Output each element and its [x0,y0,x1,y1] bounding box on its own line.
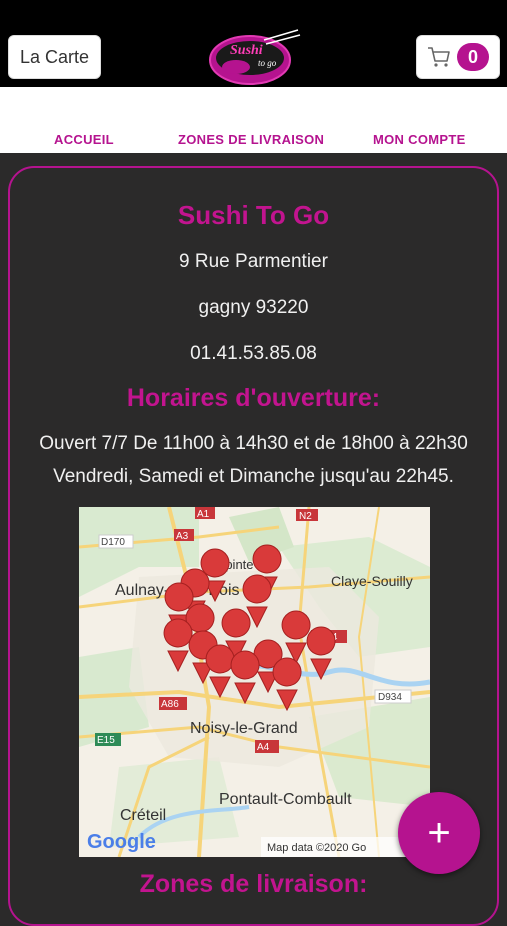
map-attribution: Map data ©2020 Go [267,842,366,854]
map-label-creteil: Créteil [120,807,166,824]
restaurant-city: gagny 93220 [198,297,309,318]
map-label-pontault-combault: Pontault-Combault [219,791,352,808]
map-label-a86: A86 [161,699,179,710]
map-label-d170: D170 [101,537,125,548]
nav-mon-compte[interactable]: MON COMPTE [373,132,466,147]
cart-icon [428,47,450,67]
opening-hours-heading: Horaires d'ouverture: [126,384,381,412]
opening-hours-line-1: Ouvert 7/7 De 11h00 à 14h30 et de 18h00 … [39,433,468,454]
map-label-a3: A3 [176,531,189,542]
logo-subtext: to go [258,58,277,68]
sushi-to-go-logo[interactable]: Sushi to go [206,26,302,86]
logo-text: Sushi [230,43,263,58]
map-label-a4: A4 [257,742,270,753]
delivery-zones-heading: Zones de livraison: [139,870,368,898]
map-label-a1: A1 [197,509,210,520]
map-label-claye-souilly: Claye-Souilly [331,573,413,589]
google-logo: Google [87,831,156,853]
restaurant-phone[interactable]: 01.41.53.85.08 [0,343,507,365]
main-nav: ACCUEIL ZONES DE LIVRAISON MON COMPTE [0,87,507,153]
restaurant-name: Sushi To Go [177,200,330,230]
delivery-zone-map[interactable]: A1 N2 A3 D170 A104 A86 D934 E15 A4 Ville… [79,507,430,857]
add-fab-button[interactable]: + [398,792,480,874]
map-label-noisy-le-grand: Noisy-le-Grand [190,720,298,737]
opening-hours-line-2: Vendredi, Samedi et Dimanche jusqu'au 22… [53,466,454,487]
app-header: La Carte Sushi to go 0 [0,0,507,87]
restaurant-street: 9 Rue Parmentier [179,251,328,272]
cart-button[interactable]: 0 [416,35,500,79]
menu-carte-button[interactable]: La Carte [8,35,101,79]
plus-icon: + [427,810,451,855]
map-label-e15: E15 [97,735,115,746]
nav-zones-de-livraison[interactable]: ZONES DE LIVRAISON [178,132,324,147]
map-label-n2: N2 [299,511,312,522]
map-label-d934: D934 [378,692,402,703]
nav-accueil[interactable]: ACCUEIL [54,132,114,147]
cart-count-badge: 0 [457,43,489,71]
